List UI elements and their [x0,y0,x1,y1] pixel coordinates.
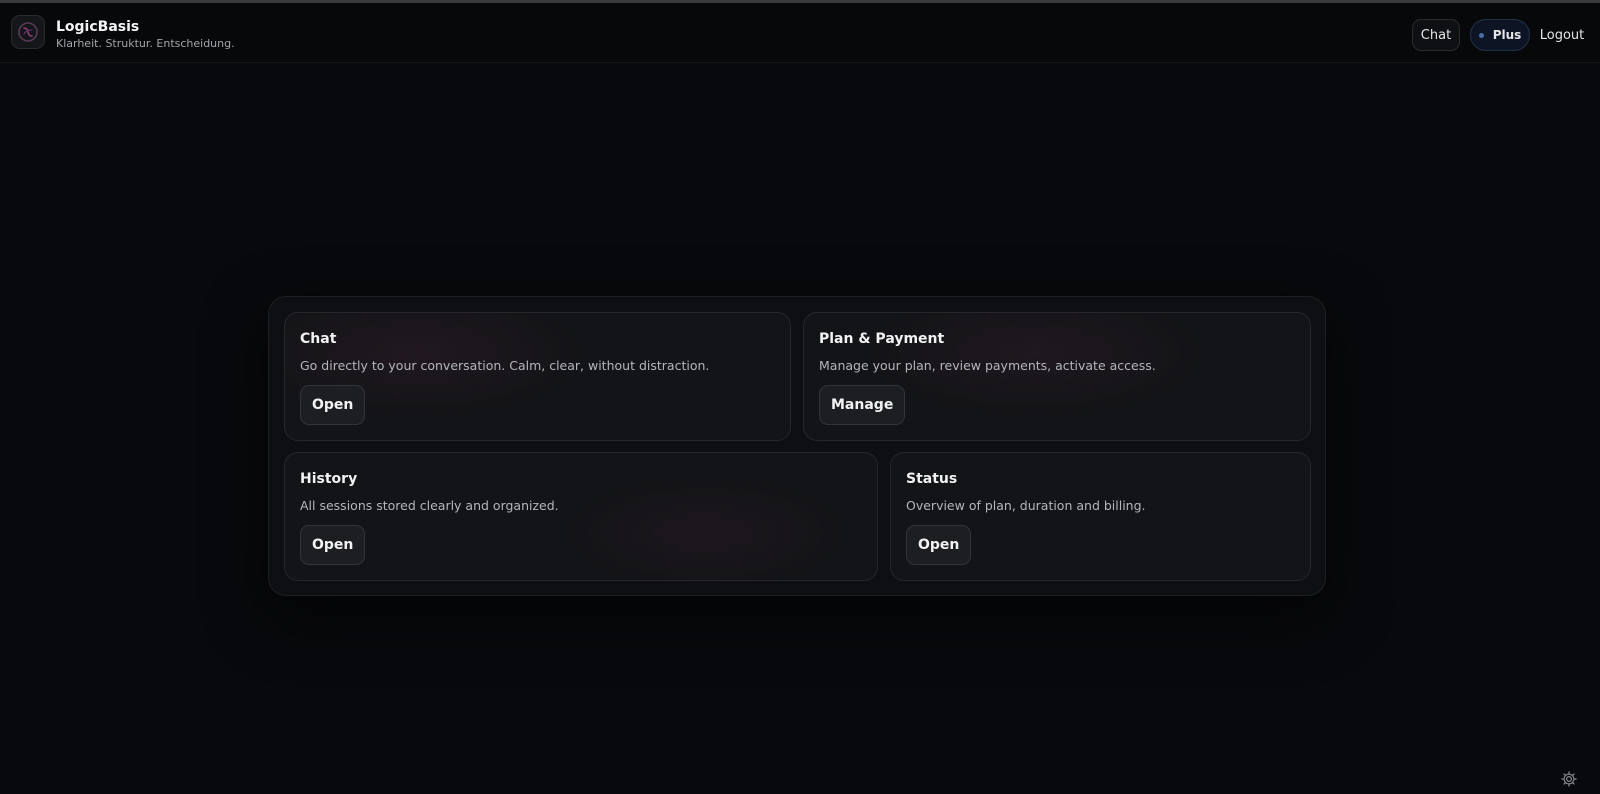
card-title: Status [906,471,958,487]
card-description: Manage your plan, review payments, activ… [819,358,1156,373]
logo-mark [18,22,38,42]
card-status: Status Overview of plan, duration and bi… [890,452,1311,581]
card-title: History [300,471,358,487]
dashboard-panel: Chat Go directly to your conversation. C… [268,296,1326,596]
card-glow [285,453,877,580]
card-title: Plan & Payment [819,331,945,347]
card-chat: Chat Go directly to your conversation. C… [284,312,791,441]
card-plan-payment: Plan & Payment Manage your plan, review … [803,312,1311,441]
plan-badge[interactable]: Plus [1470,19,1530,51]
chat-open-button[interactable]: Open [300,385,366,425]
brand-name: LogicBasis [56,19,140,35]
status-dot-icon [1478,32,1484,38]
status-open-button[interactable]: Open [906,525,972,565]
logout-button[interactable]: Logout [1538,19,1586,51]
plan-badge-label: Plus [1492,28,1522,42]
card-description: Go directly to your conversation. Calm, … [300,358,710,373]
plan-manage-button[interactable]: Manage [819,385,906,425]
history-open-button[interactable]: Open [300,525,366,565]
brand-tagline: Klarheit. Struktur. Entscheidung. [56,37,235,50]
card-description: All sessions stored clearly and organize… [300,498,559,513]
card-description: Overview of plan, duration and billing. [906,498,1146,513]
logo-icon[interactable] [11,15,45,49]
card-history: History All sessions stored clearly and … [284,452,878,581]
gear-icon[interactable] [1560,770,1578,788]
gear-icon-graphic [1561,771,1577,787]
card-title: Chat [300,331,337,347]
nav-chat-button[interactable]: Chat [1412,19,1460,51]
app-header: LogicBasis Klarheit. Struktur. Entscheid… [0,3,1600,63]
